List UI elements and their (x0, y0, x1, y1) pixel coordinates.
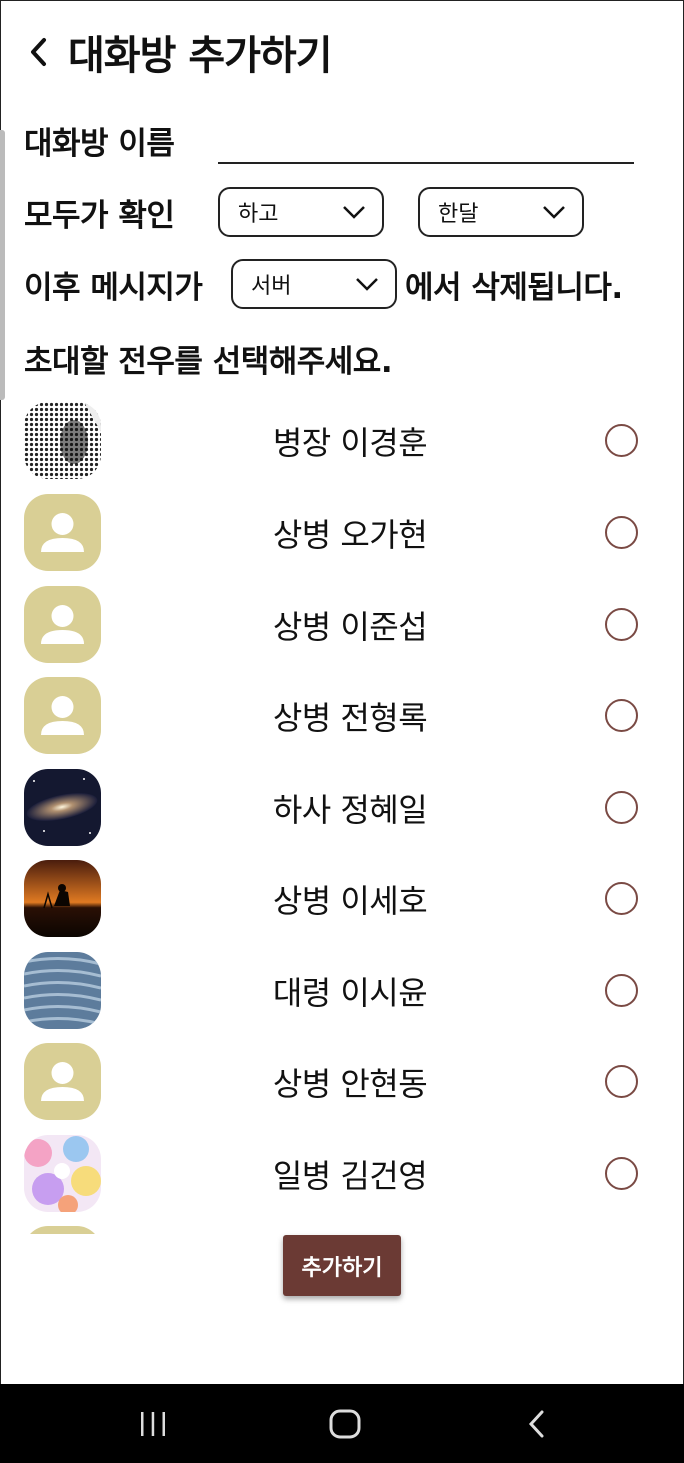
member-name: 상병 전형록 (272, 699, 428, 737)
member-name: 상병 오가현 (272, 516, 428, 554)
chevron-down-icon (343, 206, 365, 219)
recent-apps-icon (141, 1411, 165, 1436)
location-select[interactable]: 서버 (231, 259, 397, 309)
list-item[interactable]: 일병 김건영 (0, 1133, 684, 1213)
confirm-row: 모두가 확인 (24, 190, 175, 235)
deleted-suffix: 에서 삭제됩니다. (405, 270, 623, 306)
period-select-value: 한달 (438, 202, 479, 227)
chevron-left-icon (31, 38, 46, 66)
avatar (24, 402, 101, 479)
member-name: 상병 이세호 (272, 882, 428, 920)
room-name-row: 대화방 이름 (24, 118, 175, 163)
invite-prompt: 초대할 전우를 선택해주세요. (24, 344, 393, 380)
list-item[interactable]: 상병 전형록 (0, 675, 684, 755)
header: 대화방 추가하기 (28, 24, 333, 80)
member-select-radio[interactable] (605, 424, 638, 457)
member-list[interactable]: 병장 이경훈 상병 오가현 상병 이준섭 상병 전형록 하사 정혜일 상병 이세… (0, 398, 684, 1234)
home-icon (329, 1409, 361, 1438)
back-icon (528, 1410, 544, 1437)
confirm-select-value: 하고 (238, 202, 279, 227)
room-name-input[interactable] (218, 118, 634, 164)
member-name: 하사 정혜일 (272, 791, 428, 829)
system-back-button[interactable] (492, 1384, 582, 1463)
after-label-row: 이후 메시지가 (24, 262, 203, 307)
member-select-radio[interactable] (605, 974, 638, 1007)
member-select-radio[interactable] (605, 516, 638, 549)
member-name: 병장 이경훈 (272, 424, 428, 462)
list-item[interactable]: 대령 이시윤 (0, 950, 684, 1030)
member-name: 대령 이시윤 (272, 974, 428, 1012)
avatar (24, 1135, 101, 1212)
person-icon (41, 513, 84, 552)
home-button[interactable] (300, 1384, 390, 1463)
avatar (24, 677, 101, 754)
invite-prompt-row: 초대할 전우를 선택해주세요. (24, 336, 393, 381)
avatar (24, 1226, 101, 1234)
recent-apps-button[interactable] (108, 1384, 198, 1463)
list-item[interactable]: 상병 이준섭 (0, 584, 684, 664)
member-select-radio[interactable] (605, 791, 638, 824)
deleted-suffix-row: 에서 삭제됩니다. (405, 262, 623, 307)
confirm-select[interactable]: 하고 (218, 187, 384, 237)
list-item[interactable]: 상병 이세호 (0, 858, 684, 938)
avatar (24, 494, 101, 571)
member-select-radio[interactable] (605, 882, 638, 915)
after-label: 이후 메시지가 (24, 270, 203, 306)
member-select-radio[interactable] (605, 699, 638, 732)
add-button[interactable]: 추가하기 (283, 1235, 401, 1296)
page-title: 대화방 추가하기 (68, 33, 333, 79)
chevron-down-icon (543, 206, 565, 219)
member-name: 상병 안현동 (272, 1065, 428, 1103)
location-select-value: 서버 (251, 274, 292, 299)
edge-panel-handle[interactable] (0, 130, 5, 400)
member-name: 상병 이준섭 (272, 608, 428, 646)
person-icon (41, 696, 84, 735)
list-item[interactable]: 병장 이경훈 (0, 400, 684, 480)
avatar (24, 1043, 101, 1120)
member-select-radio[interactable] (605, 608, 638, 641)
chevron-down-icon (356, 278, 378, 291)
avatar (24, 586, 101, 663)
avatar (24, 769, 101, 846)
person-icon (41, 1062, 84, 1101)
member-select-radio[interactable] (605, 1065, 638, 1098)
room-name-label: 대화방 이름 (24, 126, 175, 162)
list-item[interactable]: 하사 정혜일 (0, 767, 684, 847)
list-item[interactable] (0, 1224, 684, 1234)
avatar (24, 860, 101, 937)
member-name: 일병 김건영 (272, 1157, 428, 1195)
period-select[interactable]: 한달 (418, 187, 584, 237)
confirm-label: 모두가 확인 (24, 198, 175, 234)
person-icon (41, 605, 84, 644)
back-button[interactable] (28, 28, 68, 76)
list-item[interactable]: 상병 오가현 (0, 492, 684, 572)
system-nav-bar (0, 1384, 684, 1463)
list-item[interactable]: 상병 안현동 (0, 1041, 684, 1121)
avatar (24, 952, 101, 1029)
member-select-radio[interactable] (605, 1157, 638, 1190)
